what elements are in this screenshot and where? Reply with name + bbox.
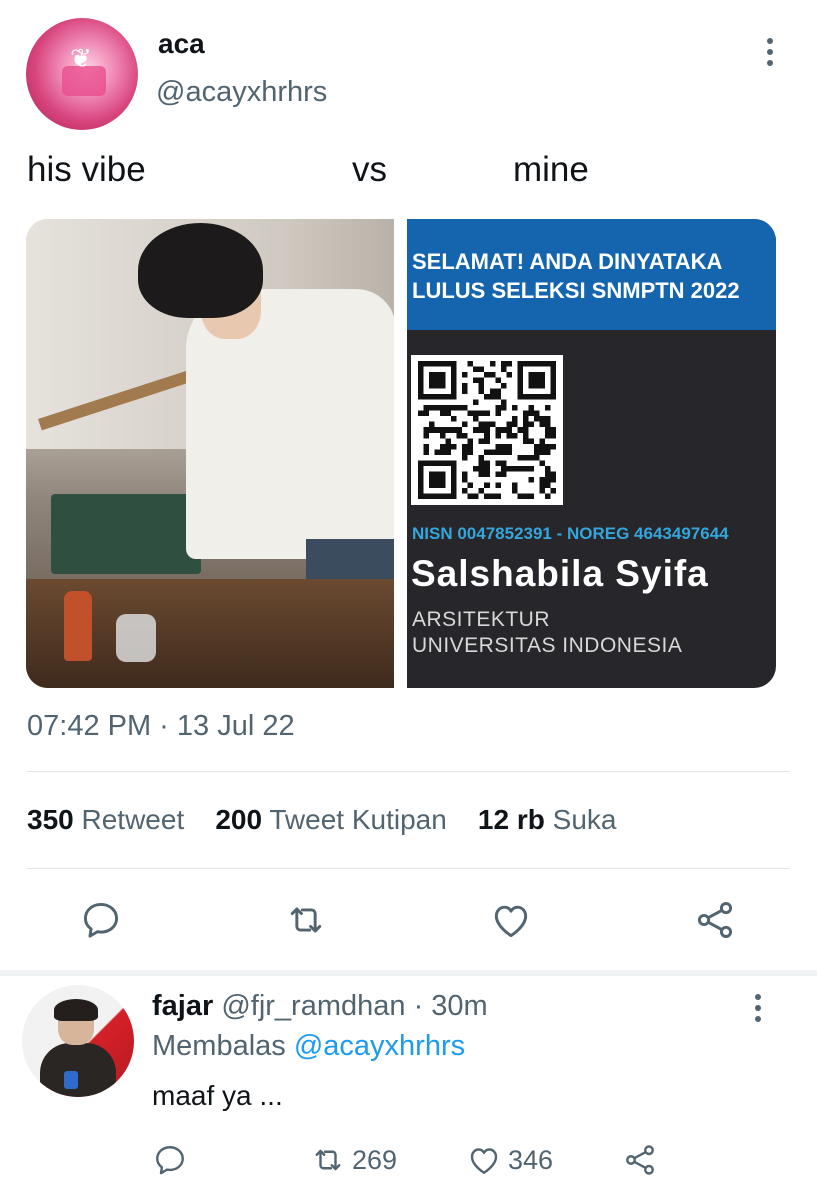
- card-student-name: Salshabila Syifa: [411, 553, 709, 594]
- divider: [27, 771, 790, 772]
- replying-to-link[interactable]: @acayxhrhrs: [294, 1030, 465, 1062]
- qr-code: [411, 355, 563, 505]
- photo-bottle: [64, 591, 92, 661]
- tweet-stats: 350 Retweet 200 Tweet Kutipan 12 rb Suka: [27, 804, 616, 836]
- reply-like-button[interactable]: 346: [466, 1140, 553, 1180]
- tweet-text-part: his vibe: [27, 150, 146, 189]
- reply-text: maaf ya ...: [152, 1080, 283, 1111]
- photo-person-hair: [138, 223, 263, 318]
- reply-reply-button[interactable]: [152, 1140, 188, 1180]
- tweet-text-part: vs: [352, 150, 387, 189]
- author-name[interactable]: aca: [158, 28, 205, 60]
- butterfly-icon: ❦: [70, 44, 92, 74]
- share-icon[interactable]: [693, 898, 737, 942]
- reply-author-name[interactable]: fajar: [152, 990, 213, 1022]
- tweet-media[interactable]: SELAMAT! ANDA DINYATAKA LULUS SELEKSI SN…: [26, 219, 776, 688]
- like-icon: [470, 1148, 498, 1174]
- card-university: UNIVERSITAS INDONESIA: [412, 634, 683, 657]
- avatar-body: [40, 1043, 116, 1097]
- reply-icon: [156, 1146, 184, 1175]
- card-nisn-noreg: NISN 0047852391 - NOREG 4643497644: [412, 524, 729, 543]
- photo-jar: [116, 614, 156, 662]
- avatar-hair: [54, 999, 98, 1021]
- tweet-text-part: mine: [513, 150, 589, 189]
- divider: [27, 868, 790, 869]
- reply-time[interactable]: · 30m: [414, 990, 488, 1022]
- share-icon: [626, 1145, 654, 1175]
- section-divider: [0, 970, 817, 976]
- avatar-can: [64, 1071, 78, 1089]
- retweets-stat[interactable]: 350 Retweet: [27, 804, 184, 835]
- media-acceptance-card[interactable]: SELAMAT! ANDA DINYATAKA LULUS SELEKSI SN…: [407, 219, 776, 688]
- quotes-stat[interactable]: 200 Tweet Kutipan: [215, 804, 446, 835]
- likes-stat[interactable]: 12 rb Suka: [478, 804, 617, 835]
- more-options-icon[interactable]: [760, 38, 780, 74]
- retweet-icon: [315, 1149, 341, 1171]
- reply-retweet-button[interactable]: 269: [310, 1140, 397, 1180]
- photo-crate: [51, 494, 201, 574]
- reply-header: fajar @fjr_ramdhan · 30m: [152, 990, 488, 1023]
- replying-to: Membalas @acayxhrhrs: [152, 1030, 465, 1063]
- reply-avatar[interactable]: [22, 985, 134, 1097]
- reply-more-options-icon[interactable]: [748, 994, 768, 1030]
- author-avatar[interactable]: ❦: [26, 18, 138, 130]
- card-banner: SELAMAT! ANDA DINYATAKA LULUS SELEKSI SN…: [407, 219, 776, 330]
- card-banner-line1: SELAMAT! ANDA DINYATAKA: [412, 249, 723, 274]
- reply-share-button[interactable]: [622, 1140, 658, 1180]
- card-banner-line2: LULUS SELEKSI SNMPTN 2022: [412, 278, 740, 303]
- media-photo-kitchen[interactable]: [26, 219, 394, 688]
- tweet-timestamp[interactable]: 07:42 PM · 13 Jul 22: [27, 710, 295, 743]
- like-icon[interactable]: [489, 898, 533, 942]
- reply-icon[interactable]: [79, 898, 123, 942]
- author-handle[interactable]: @acayxhrhrs: [156, 76, 327, 109]
- card-major: ARSITEKTUR: [412, 608, 551, 631]
- reply-like-count: 346: [508, 1144, 554, 1175]
- retweet-icon[interactable]: [284, 898, 328, 942]
- reply-author-handle[interactable]: @fjr_ramdhan: [221, 990, 405, 1022]
- reply-retweet-count: 269: [352, 1144, 398, 1175]
- replying-to-label: Membalas: [152, 1030, 286, 1062]
